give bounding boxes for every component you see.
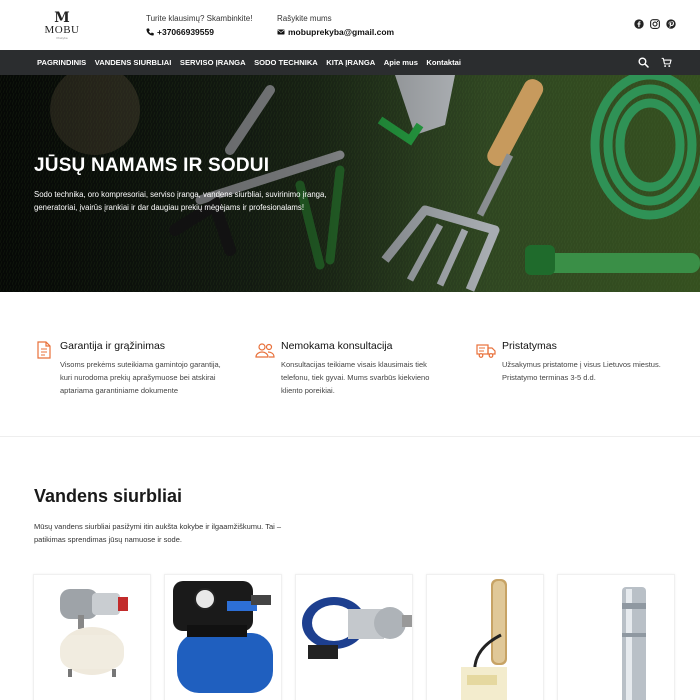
email-contact: Rašykite mums mobuprekyba@gmail.com (277, 14, 394, 37)
feature-text: Konsultacijas teikiame visais klausimais… (281, 360, 430, 395)
nav-item-vandens-siurbliai[interactable]: VANDENS SIURBLIAI (95, 58, 172, 67)
product-grid (33, 574, 678, 700)
email-label: Rašykite mums (277, 14, 332, 23)
product-card[interactable] (164, 574, 282, 700)
site-header: M MOBU Prekyba Turite klausimų? Skambink… (0, 0, 700, 50)
phone-number: +37066939559 (157, 27, 214, 37)
users-icon (255, 341, 275, 359)
nav-item-serviso-iranga[interactable]: SERVISO ĮRANGA (180, 58, 246, 67)
truck-icon (476, 341, 496, 359)
nav-item-sodo-technika[interactable]: SODO TECHNIKA (254, 58, 318, 67)
main-nav: PAGRINDINIS VANDENS SIURBLIAI SERVISO ĮR… (0, 50, 700, 75)
phone-icon (146, 28, 154, 36)
pinterest-icon[interactable] (666, 19, 676, 29)
product-card[interactable] (557, 574, 675, 700)
feature-title: Nemokama konsultacija (281, 340, 393, 352)
nav-item-kontaktai[interactable]: Kontaktai (426, 58, 461, 67)
phone-label: Turite klausimų? Skambinkite! (146, 14, 253, 23)
product-card[interactable] (33, 574, 151, 700)
product-image-self-priming-pump (302, 597, 412, 659)
nav-item-kita-iranga[interactable]: KITA ĮRANGA (326, 58, 375, 67)
hero-text: Sodo technika, oro kompresoriai, serviso… (34, 190, 327, 212)
hero-overlay (0, 75, 700, 292)
hero-title: JŪSŲ NAMAMS IR SODUI (34, 155, 270, 176)
section-title: Vandens siurbliai (34, 486, 183, 506)
hero-banner: JŪSŲ NAMAMS IR SODUI Sodo technika, oro … (0, 75, 700, 292)
product-image-deep-well-pump (622, 587, 646, 700)
product-image-submersible-screw-pump (461, 579, 507, 700)
email-address: mobuprekyba@gmail.com (288, 27, 395, 37)
feature-text: Visoms prekėms suteikiama gamintojo gara… (60, 360, 221, 395)
site-logo[interactable]: M MOBU Prekyba (42, 11, 82, 40)
instagram-icon[interactable] (650, 19, 660, 29)
feature-title: Garantija ir grąžinimas (60, 340, 166, 352)
nav-item-pagrindinis[interactable]: PAGRINDINIS (37, 58, 86, 67)
cart-icon[interactable] (661, 57, 672, 68)
search-icon[interactable] (638, 57, 649, 68)
nav-item-apie-mus[interactable]: Apie mus (384, 58, 418, 67)
email-link[interactable]: mobuprekyba@gmail.com (277, 27, 394, 37)
features-section: Garantija ir grąžinimas Visoms prekėms s… (0, 292, 700, 437)
product-image-hydrophore-pump (173, 581, 273, 693)
feature-text: Užsakymus pristatome į visus Lietuvos mi… (502, 360, 661, 382)
feature-title: Pristatymas (502, 340, 557, 352)
facebook-icon[interactable] (634, 19, 644, 29)
document-icon (34, 341, 54, 359)
envelope-icon (277, 29, 285, 35)
phone-contact: Turite klausimų? Skambinkite! +370669395… (146, 14, 252, 37)
section-description: Mūsų vandens siurbliai pasižymi itin auk… (34, 522, 282, 544)
logo-subtitle: Prekyba (56, 36, 68, 40)
logo-name: MOBU (44, 24, 80, 36)
social-links (634, 19, 676, 29)
product-image-jet-pump (60, 589, 128, 677)
product-card[interactable] (426, 574, 544, 700)
phone-link[interactable]: +37066939559 (146, 27, 252, 37)
product-card[interactable] (295, 574, 413, 700)
